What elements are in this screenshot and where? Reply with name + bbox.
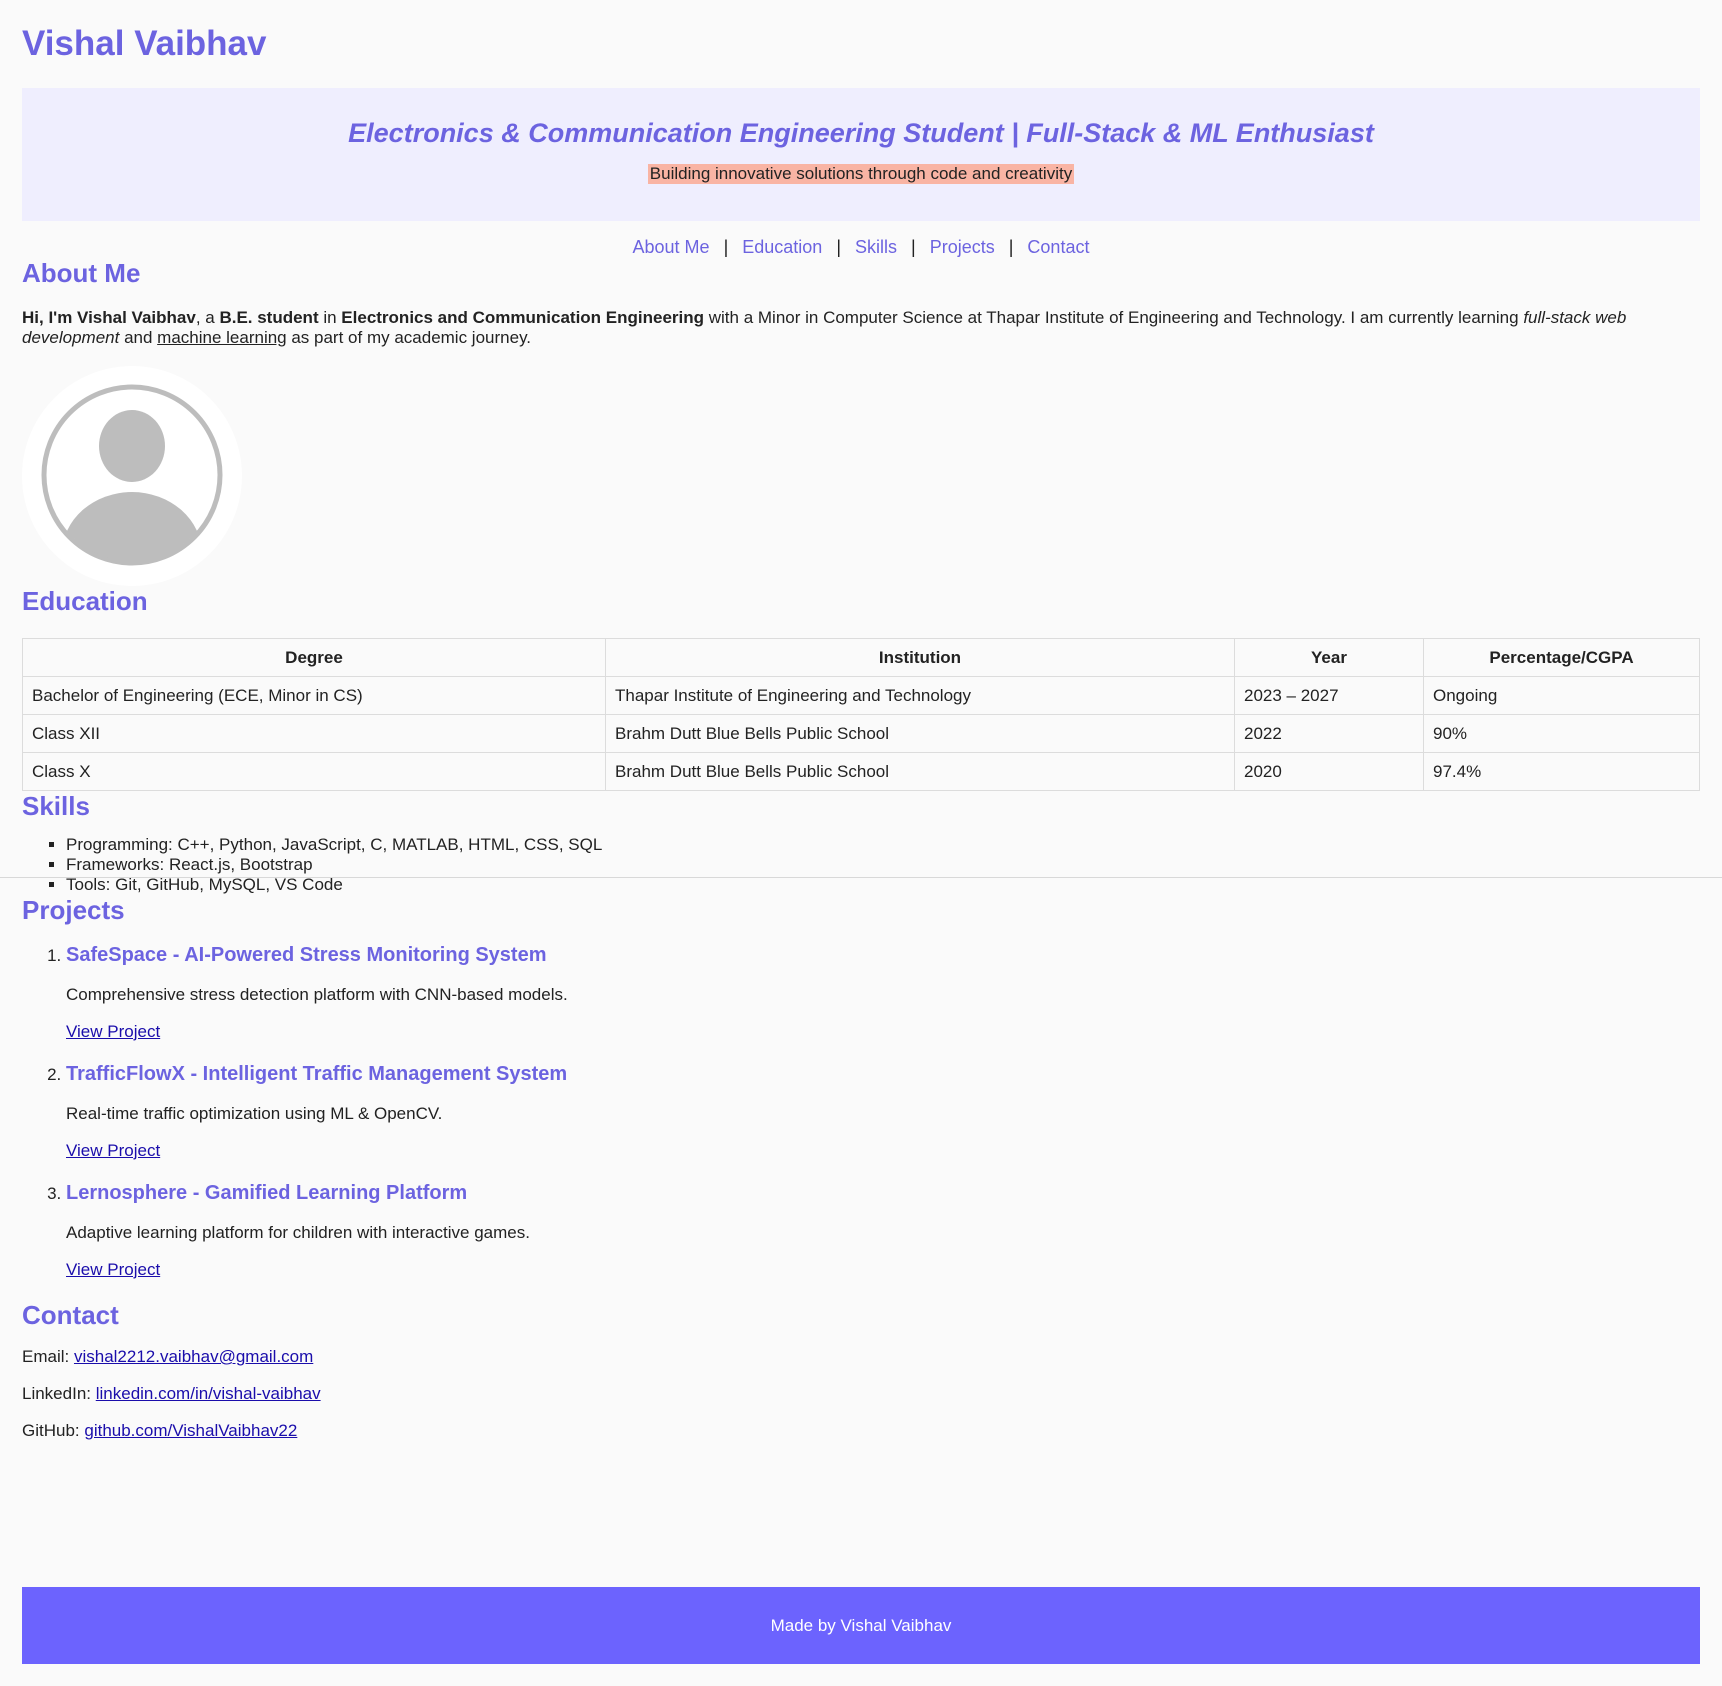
about-ml: machine learning <box>157 328 287 347</box>
linkedin-label: LinkedIn: <box>22 1384 96 1403</box>
table-row: Class XII Brahm Dutt Blue Bells Public S… <box>22 714 1700 753</box>
about-greeting: Hi, I'm Vishal Vaibhav <box>22 308 196 327</box>
education-table: Degree Institution Year Percentage/CGPA … <box>22 638 1700 791</box>
hero-tagline: Building innovative solutions through co… <box>647 164 1075 184</box>
cell-degree: Class X <box>22 752 606 791</box>
nav-link-about[interactable]: About Me <box>633 237 710 257</box>
github-label: GitHub: <box>22 1421 85 1440</box>
about-text-part: as part of my academic journey. <box>286 328 532 347</box>
nav-separator: | <box>911 237 916 257</box>
cell-year: 2022 <box>1234 714 1424 753</box>
contact-github-line: GitHub: github.com/VishalVaibhav22 <box>22 1421 1700 1441</box>
about-text-part: in <box>318 308 342 327</box>
profile-avatar <box>22 366 242 586</box>
section-divider <box>0 877 1722 878</box>
skill-item: Programming: C++, Python, JavaScript, C,… <box>66 835 1700 855</box>
github-link[interactable]: github.com/VishalVaibhav22 <box>84 1421 297 1440</box>
cell-institution: Thapar Institute of Engineering and Tech… <box>605 676 1235 715</box>
about-text-part: with a Minor in Computer Science at Thap… <box>704 308 1524 327</box>
projects-list: SafeSpace - AI-Powered Stress Monitoring… <box>22 943 1700 1280</box>
about-section-title: About Me <box>22 258 141 288</box>
skills-list: Programming: C++, Python, JavaScript, C,… <box>22 835 1700 895</box>
about-paragraph: Hi, I'm Vishal Vaibhav, a B.E. student i… <box>22 308 1700 348</box>
cell-degree: Bachelor of Engineering (ECE, Minor in C… <box>22 676 606 715</box>
col-header-degree: Degree <box>22 638 606 677</box>
footer: Made by Vishal Vaibhav <box>22 1587 1700 1664</box>
email-link[interactable]: vishal2212.vaibhav@gmail.com <box>74 1347 313 1366</box>
project-title: Lernosphere - Gamified Learning Platform <box>66 1182 468 1204</box>
project-description: Real-time traffic optimization using ML … <box>66 1104 443 1123</box>
cell-percentage: 97.4% <box>1423 752 1700 791</box>
contact-linkedin-line: LinkedIn: linkedin.com/in/vishal-vaibhav <box>22 1384 1700 1404</box>
project-title: SafeSpace - AI-Powered Stress Monitoring… <box>66 944 547 966</box>
view-project-link[interactable]: View Project <box>66 1022 160 1042</box>
projects-section-title: Projects <box>22 895 125 925</box>
about-text-part: , a <box>195 308 220 327</box>
education-section-title: Education <box>22 586 148 616</box>
cell-institution: Brahm Dutt Blue Bells Public School <box>605 714 1235 753</box>
hero-banner: Electronics & Communication Engineering … <box>22 88 1700 221</box>
about-branch: Electronics and Communication Engineerin… <box>341 308 705 327</box>
about-degree: B.E. student <box>219 308 319 327</box>
view-project-link[interactable]: View Project <box>66 1141 160 1161</box>
email-label: Email: <box>22 1347 74 1366</box>
footer-text: Made by Vishal Vaibhav <box>770 1616 952 1635</box>
cell-percentage: Ongoing <box>1423 676 1700 715</box>
nav-link-contact[interactable]: Contact <box>1027 237 1089 257</box>
nav-separator: | <box>1008 237 1014 257</box>
page: Vishal Vaibhav Electronics & Communicati… <box>0 0 1722 1441</box>
main-nav: About Me | Education | Skills | Projects | Conta… <box>22 236 1700 258</box>
view-project-link[interactable]: View Project <box>66 1260 160 1280</box>
project-item: SafeSpace - AI-Powered Stress Monitoring… <box>66 943 1700 1042</box>
col-header-percentage: Percentage/CGPA <box>1423 638 1700 677</box>
project-title: TrafficFlowX - Intelligent Traffic Manag… <box>66 1063 568 1085</box>
skills-section-title: Skills <box>22 791 90 821</box>
cell-degree: Class XII <box>22 714 606 753</box>
linkedin-link[interactable]: linkedin.com/in/vishal-vaibhav <box>96 1384 321 1403</box>
col-header-institution: Institution <box>605 638 1235 677</box>
table-row: Class X Brahm Dutt Blue Bells Public Sch… <box>22 752 1700 791</box>
project-item: TrafficFlowX - Intelligent Traffic Manag… <box>66 1062 1700 1161</box>
skill-item: Tools: Git, GitHub, MySQL, VS Code <box>66 875 1700 895</box>
user-avatar-icon <box>41 384 223 566</box>
contact-section-title: Contact <box>22 1300 119 1330</box>
nav-separator: | <box>723 237 729 257</box>
nav-separator: | <box>836 237 841 257</box>
skill-item: Frameworks: React.js, Bootstrap <box>66 855 1700 875</box>
col-header-year: Year <box>1234 638 1424 677</box>
hero-heading: Electronics & Communication Engineering … <box>348 118 1374 148</box>
project-item: Lernosphere - Gamified Learning Platform… <box>66 1181 1700 1280</box>
table-header-row: Degree Institution Year Percentage/CGPA <box>22 638 1700 677</box>
nav-link-skills[interactable]: Skills <box>855 237 897 257</box>
cell-percentage: 90% <box>1423 714 1700 753</box>
contact-email-line: Email: vishal2212.vaibhav@gmail.com <box>22 1347 1700 1367</box>
nav-link-education[interactable]: Education <box>742 237 822 257</box>
cell-year: 2023 – 2027 <box>1234 676 1424 715</box>
table-row: Bachelor of Engineering (ECE, Minor in C… <box>22 676 1700 715</box>
about-text-part: and <box>119 328 158 347</box>
project-description: Comprehensive stress detection platform … <box>66 985 568 1004</box>
cell-institution: Brahm Dutt Blue Bells Public School <box>605 752 1235 791</box>
cell-year: 2020 <box>1234 752 1424 791</box>
nav-link-projects[interactable]: Projects <box>930 237 995 257</box>
site-title: Vishal Vaibhav <box>22 24 267 63</box>
project-description: Adaptive learning platform for children … <box>66 1223 530 1242</box>
